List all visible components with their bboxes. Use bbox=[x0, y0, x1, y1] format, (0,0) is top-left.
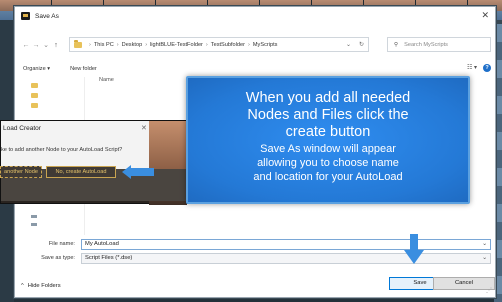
pointer-arrow-down-icon bbox=[404, 250, 424, 264]
pointer-arrow-bar bbox=[130, 168, 154, 176]
save-type-value: Script Files (*.dse) bbox=[85, 255, 133, 261]
new-folder-button[interactable]: New folder bbox=[70, 66, 97, 72]
pointer-arrow-left-icon bbox=[122, 165, 131, 179]
callout-line: and location for your AutoLoad bbox=[253, 171, 403, 183]
chevron-right-icon: › bbox=[116, 41, 119, 48]
pointer-arrow-bar bbox=[410, 234, 418, 250]
callout-line: When you add all needed bbox=[245, 90, 411, 106]
breadcrumb-item[interactable]: TestSubfolder bbox=[211, 42, 245, 48]
hide-folders-label: Hide Folders bbox=[27, 283, 61, 289]
instruction-callout: When you add all needed Nodes and Files … bbox=[186, 76, 470, 204]
title-bar: Save As bbox=[15, 7, 495, 25]
refresh-icon[interactable]: ↻ bbox=[359, 41, 364, 48]
help-icon[interactable]: ? bbox=[483, 64, 491, 72]
file-name-label: File name: bbox=[48, 241, 75, 247]
dialog-title: Load Creator bbox=[3, 125, 41, 132]
dialog-question: ke to add another Node to your AutoLoad … bbox=[1, 147, 123, 153]
command-bar: Organize ▾ New folder ☷ ▾ ? bbox=[15, 63, 495, 75]
chevron-right-icon: › bbox=[248, 41, 250, 48]
create-autoload-button[interactable]: No, create AutoLoad bbox=[46, 166, 116, 178]
recent-dropdown-icon[interactable]: ⌄ bbox=[41, 41, 51, 49]
chevron-down-icon[interactable]: ⌄ bbox=[346, 41, 351, 48]
file-name-value: My AutoLoad bbox=[85, 241, 119, 247]
chevron-right-icon: › bbox=[89, 41, 91, 48]
breadcrumb-item[interactable]: MyScripts bbox=[253, 42, 278, 48]
close-icon[interactable]: ✕ bbox=[141, 124, 147, 132]
folder-icon[interactable] bbox=[31, 93, 38, 98]
app-icon bbox=[21, 12, 30, 20]
drive-icon[interactable] bbox=[31, 215, 37, 218]
file-name-field[interactable]: My AutoLoad ⌄ bbox=[81, 239, 491, 250]
chevron-right-icon: › bbox=[145, 41, 148, 48]
organize-button[interactable]: Organize ▾ bbox=[23, 66, 50, 72]
callout-line: allowing you to choose name bbox=[257, 157, 399, 169]
add-another-node-button[interactable]: another Node bbox=[0, 166, 42, 178]
search-icon: ⚲ bbox=[394, 41, 399, 48]
save-type-select[interactable]: Script Files (*.dse) ⌄ bbox=[81, 253, 491, 264]
drive-icon[interactable] bbox=[31, 223, 37, 226]
up-arrow-icon[interactable]: ↑ bbox=[51, 42, 61, 49]
close-button[interactable]: ✕ bbox=[481, 10, 489, 21]
save-type-label: Save as type: bbox=[41, 255, 75, 261]
folder-icon bbox=[74, 40, 82, 48]
resize-grip-icon[interactable]: ⋰ bbox=[486, 287, 492, 294]
callout-line: Nodes and Files click the bbox=[247, 107, 409, 123]
breadcrumb-item[interactable]: Desktop bbox=[122, 42, 143, 48]
callout-line: create button bbox=[285, 124, 371, 140]
window-title: Save As bbox=[35, 12, 59, 20]
back-arrow-icon[interactable]: ← bbox=[21, 42, 31, 49]
search-input[interactable]: ⚲ Search MyScripts bbox=[387, 37, 491, 52]
breadcrumb-item[interactable]: This PC bbox=[94, 42, 114, 48]
folder-icon[interactable] bbox=[31, 103, 38, 108]
forward-arrow-icon[interactable]: → bbox=[31, 42, 41, 49]
view-options-icon[interactable]: ☷ ▾ bbox=[467, 64, 477, 71]
chevron-down-icon: ⌄ bbox=[482, 255, 487, 261]
address-bar[interactable]: › This PC › Desktop › lightBLUE-TestFold… bbox=[69, 37, 369, 52]
caret-up-icon: ^ bbox=[21, 283, 24, 289]
chevron-down-icon[interactable]: ⌄ bbox=[482, 240, 487, 249]
search-placeholder: Search MyScripts bbox=[404, 41, 448, 48]
chevron-right-icon: › bbox=[205, 41, 208, 48]
callout-line: Save As window will appear bbox=[260, 143, 396, 155]
breadcrumb-item[interactable]: lightBLUE-TestFolder bbox=[150, 42, 203, 48]
hide-folders-toggle[interactable]: ^ Hide Folders bbox=[21, 283, 61, 289]
autoload-creator-dialog: Load Creator ✕ ke to add another Node to… bbox=[0, 120, 189, 205]
navigation-bar: ← → ⌄ ↑ › This PC › Desktop › lightBLUE-… bbox=[15, 37, 495, 53]
folder-icon[interactable] bbox=[31, 83, 38, 88]
